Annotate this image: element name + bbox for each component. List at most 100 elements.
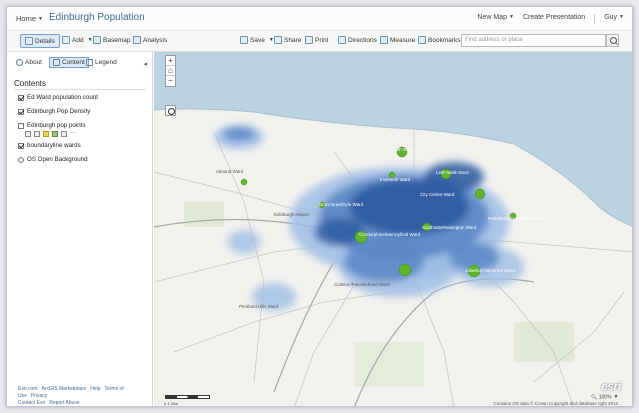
print-icon <box>305 36 313 44</box>
print-button[interactable]: Print <box>305 36 328 44</box>
layer-item[interactable]: OS Open Background <box>18 156 88 163</box>
layer-checkbox[interactable] <box>18 108 24 115</box>
more-options-icon[interactable]: ··· <box>70 130 76 137</box>
top-header: Home ▼ Edinburgh Population New Map ▼ Crea… <box>7 7 632 31</box>
search-input[interactable]: Find address or place <box>461 34 606 47</box>
layer-item[interactable]: boundaryline wards <box>18 142 81 149</box>
chevron-down-icon: ▼ <box>619 14 624 21</box>
basemap-button[interactable]: Basemap <box>93 36 130 44</box>
create-presentation-link[interactable]: Create Presentation <box>523 14 585 24</box>
user-menu[interactable]: Guy ▼ <box>604 14 624 24</box>
share-label: Share <box>284 36 302 44</box>
directions-icon <box>338 36 346 44</box>
tab-about[interactable]: About <box>16 59 42 66</box>
bookmarks-icon <box>418 36 426 44</box>
tab-legend[interactable]: Legend <box>86 59 117 66</box>
layer-item[interactable]: Ed Ward population count <box>18 94 98 101</box>
details-button[interactable]: Details <box>20 34 60 48</box>
save-icon <box>240 36 248 44</box>
analysis-label: Analysis <box>143 36 168 44</box>
esri-logo: esri <box>601 381 621 393</box>
layer-label[interactable]: Ed Ward population count <box>27 94 98 101</box>
search-icon[interactable] <box>606 34 619 47</box>
analysis-button[interactable]: Analysis <box>133 36 167 44</box>
info-icon <box>16 59 23 66</box>
map-label: Colinton/Fairmilehead Ward <box>334 282 390 287</box>
print-label: Print <box>315 36 329 44</box>
home-menu[interactable]: Home ▼ <box>16 14 43 23</box>
tab-content-label: Content <box>62 59 85 66</box>
directions-button[interactable]: Directions <box>338 36 377 44</box>
map-attribution: Contains OS data © Crown Copyright and d… <box>493 401 618 406</box>
map-label: Pentland Hills Ward <box>239 304 279 309</box>
save-button[interactable]: Save ▼ <box>240 36 274 44</box>
add-button[interactable]: Add ▼ <box>62 36 93 44</box>
layer-item[interactable]: Edinburgh pop points <box>18 122 85 129</box>
map-label: Almond Ward <box>216 169 244 174</box>
measure-label: Measure <box>390 36 416 44</box>
legend-icon[interactable] <box>34 131 40 137</box>
chevron-down-icon: ▼ <box>613 394 619 400</box>
zoom-out-button[interactable]: − <box>166 76 175 86</box>
footer-link[interactable]: Esri.com <box>18 386 37 392</box>
basemap-icon <box>93 36 101 44</box>
new-map-label: New Map <box>477 14 507 21</box>
footer-link[interactable]: Privacy <box>31 393 47 399</box>
map-label: Inverleith Ward <box>380 177 411 182</box>
browser-zoom[interactable]: 🔍︎ 100% ▼ <box>591 394 619 400</box>
panel-tabs: About Content Legend ◂ <box>7 56 152 72</box>
content-icon <box>53 59 60 66</box>
map-label: Portobello/Craigmillar Ward <box>488 216 543 221</box>
ward-point <box>474 188 486 200</box>
user-label: Guy <box>604 14 618 21</box>
zoom-control: + ⌂ − <box>165 55 176 87</box>
locate-icon[interactable] <box>165 105 176 116</box>
panel-footer: Esri.com ArcGIS Marketplace Help Terms of U… <box>18 386 148 406</box>
zoom-in-button[interactable]: + <box>166 56 175 66</box>
symbol-icon[interactable] <box>43 131 49 137</box>
toolbar: Details Add ▼ Basemap Analysis Save ▼ Shar… <box>7 31 632 52</box>
bookmarks-label: Bookmarks <box>428 36 461 44</box>
share-button[interactable]: Share <box>274 36 301 44</box>
map-label: Southside/Newington Ward <box>422 225 477 230</box>
map-label: Leith Walk Ward <box>436 170 469 175</box>
layer-label[interactable]: Edinburgh Pop Density <box>27 108 90 115</box>
footer-link[interactable]: Help <box>90 386 100 392</box>
footer-link[interactable]: Contact Esri <box>18 400 45 406</box>
share-icon <box>274 36 282 44</box>
tab-content[interactable]: Content <box>49 57 89 68</box>
app-window: Home ▼ Edinburgh Population New Map ▼ Crea… <box>6 6 633 407</box>
layer-label[interactable]: boundaryline wards <box>27 142 81 149</box>
analysis-icon[interactable] <box>52 131 58 137</box>
bookmarks-button[interactable]: Bookmarks <box>418 36 461 44</box>
layer-checkbox[interactable] <box>18 122 24 129</box>
details-icon <box>25 37 33 45</box>
divider <box>594 14 596 24</box>
map-view[interactable]: + ⌂ − Almond Ward Edinburgh Airport Leit… <box>154 52 633 407</box>
save-label: Save <box>250 36 265 44</box>
map-canvas[interactable] <box>154 52 633 407</box>
ward-point <box>240 178 248 186</box>
add-label: Add <box>72 36 84 44</box>
legend-icon <box>86 59 93 66</box>
footer-link[interactable]: ArcGIS Marketplace <box>41 386 86 392</box>
collapse-panel-icon[interactable]: ◂ <box>143 60 147 68</box>
footer-link[interactable]: Report Abuse <box>49 400 79 406</box>
layer-checkbox[interactable] <box>18 94 24 101</box>
measure-button[interactable]: Measure <box>380 36 415 44</box>
new-map-menu[interactable]: New Map ▼ <box>477 14 514 24</box>
scale-label: 0 1 2km <box>164 401 179 406</box>
zoom-icon: 🔍︎ <box>591 394 598 401</box>
layer-item[interactable]: Edinburgh Pop Density <box>18 108 90 115</box>
map-label: Corstorphine/Murrayfield Ward <box>359 232 421 237</box>
home-extent-icon[interactable]: ⌂ <box>166 66 175 76</box>
map-label: Liberton/Gilmerton Ward <box>466 268 515 273</box>
layer-checkbox[interactable] <box>18 142 24 149</box>
add-icon <box>62 36 70 44</box>
layer-label[interactable]: Edinburgh pop points <box>27 122 85 129</box>
table-icon[interactable] <box>25 131 31 137</box>
filter-icon[interactable] <box>61 131 67 137</box>
parkland <box>354 342 424 387</box>
chevron-down-icon: ▼ <box>87 37 93 43</box>
layer-label[interactable]: OS Open Background <box>27 156 88 163</box>
